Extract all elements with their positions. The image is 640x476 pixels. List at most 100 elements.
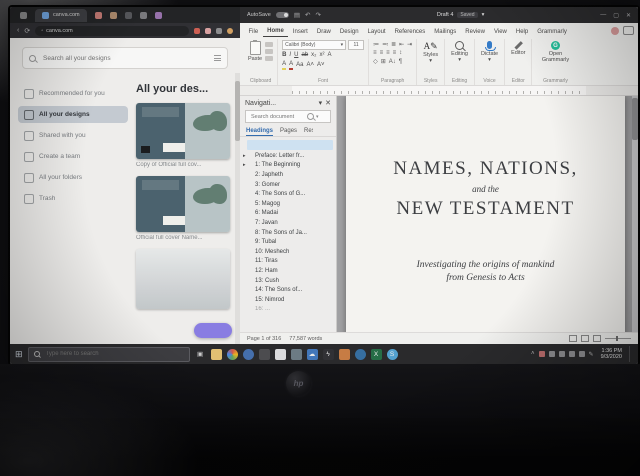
- outdent-icon[interactable]: ⇤: [399, 41, 404, 48]
- file-explorer-icon[interactable]: [211, 349, 222, 360]
- indent-icon[interactable]: ⇥: [407, 41, 412, 48]
- sidebar-item-all-your-designs[interactable]: All your designs: [18, 106, 128, 123]
- undo-icon[interactable]: ↶: [305, 11, 310, 19]
- nav-heading-item[interactable]: 9: Tubal: [240, 237, 336, 247]
- underline-button[interactable]: U: [294, 52, 298, 59]
- tab-home[interactable]: Home: [263, 26, 289, 37]
- save-icon[interactable]: ▤: [294, 11, 300, 19]
- shrink-font-button[interactable]: A˅: [317, 62, 325, 69]
- network-icon[interactable]: [579, 351, 585, 357]
- tab-insert[interactable]: Insert: [288, 27, 312, 37]
- zoom-slider[interactable]: [605, 338, 631, 339]
- app-icon[interactable]: [291, 349, 302, 360]
- browser-tab-favicon[interactable]: [110, 12, 117, 19]
- edge-icon[interactable]: [243, 349, 254, 360]
- bullets-icon[interactable]: ≔: [373, 41, 379, 48]
- nav-heading-item[interactable]: 10: Meshech: [240, 247, 336, 257]
- nav-heading-item[interactable]: 7: Javan: [240, 218, 336, 228]
- saved-status-chip[interactable]: Saved: [457, 12, 477, 18]
- autosave-toggle[interactable]: [276, 12, 289, 18]
- tray-icon[interactable]: [549, 351, 555, 357]
- chevron-down-icon[interactable]: ▾: [319, 99, 323, 107]
- hidden-icons-chevron[interactable]: ˄: [531, 351, 535, 357]
- onedrive-icon[interactable]: ☁: [307, 349, 318, 360]
- app-icon[interactable]: [275, 349, 286, 360]
- nav-heading-item[interactable]: 4: The Sons of G...: [240, 189, 336, 199]
- extension-icon[interactable]: [194, 28, 200, 34]
- cut-icon[interactable]: [265, 42, 273, 47]
- sidebar-item-create-a-team[interactable]: Create a team: [18, 148, 128, 165]
- nav-heading-item[interactable]: 3: Gomer: [240, 180, 336, 190]
- read-mode-icon[interactable]: [569, 335, 577, 342]
- volume-icon[interactable]: [569, 351, 575, 357]
- ruler[interactable]: [240, 86, 638, 96]
- pen-icon[interactable]: ✎: [589, 351, 594, 358]
- line-spacing-icon[interactable]: ↕: [399, 50, 402, 56]
- highlight-color-button[interactable]: A: [282, 61, 286, 70]
- collapse-triangle-icon[interactable]: ▸: [243, 153, 246, 159]
- web-layout-icon[interactable]: [593, 335, 601, 342]
- sidebar-item-all-your-folders[interactable]: All your folders: [18, 169, 128, 186]
- tray-icon[interactable]: [539, 351, 545, 357]
- app-icon[interactable]: [339, 349, 350, 360]
- show-desktop-button[interactable]: [629, 346, 633, 362]
- tab-results[interactable]: Results: [304, 126, 313, 136]
- share-avatar[interactable]: [611, 27, 619, 35]
- nav-heading-item[interactable]: 5: Magog: [240, 199, 336, 209]
- document-search-box[interactable]: ▾: [245, 110, 331, 123]
- tab-file[interactable]: File: [244, 27, 263, 37]
- browser-tab-strip[interactable]: canva.com: [10, 7, 240, 23]
- close-icon[interactable]: ✕: [325, 99, 331, 107]
- back-icon[interactable]: ‹: [17, 27, 19, 34]
- chevron-down-icon[interactable]: ▾: [316, 114, 319, 120]
- tab-help[interactable]: Help: [511, 27, 532, 37]
- app-icon[interactable]: [259, 349, 270, 360]
- browser-tab-favicon[interactable]: [20, 12, 27, 19]
- tab-pages[interactable]: Pages: [280, 126, 297, 136]
- borders-icon[interactable]: ⊞: [381, 58, 386, 65]
- collapse-triangle-icon[interactable]: ▸: [243, 162, 246, 168]
- tab-design[interactable]: Design: [335, 27, 363, 37]
- nav-heading-item[interactable]: 11: Tiras: [240, 257, 336, 267]
- editor-button[interactable]: Editor: [509, 40, 527, 57]
- taskbar-clock[interactable]: 1:36 PM 9/3/2020: [601, 348, 622, 361]
- design-thumbnail[interactable]: [136, 176, 230, 232]
- nav-heading-item[interactable]: 15: Nimrod: [240, 295, 336, 305]
- grow-font-button[interactable]: A˄: [306, 62, 314, 69]
- font-color-button[interactable]: A: [289, 61, 293, 70]
- text-effects-button[interactable]: A: [327, 52, 331, 59]
- nav-heading-item[interactable]: 12: Ham: [240, 266, 336, 276]
- dictate-button[interactable]: Dictate ▾: [479, 40, 500, 64]
- refresh-icon[interactable]: ⟳: [24, 27, 30, 35]
- task-view-icon[interactable]: ▣: [195, 349, 206, 360]
- canva-search-input[interactable]: [41, 54, 209, 63]
- nav-heading-item[interactable]: 13: Cush: [240, 276, 336, 286]
- tab-draw[interactable]: Draw: [312, 27, 335, 37]
- redo-icon[interactable]: ↷: [315, 11, 320, 19]
- word-count[interactable]: 77,587 words: [289, 336, 322, 342]
- sort-icon[interactable]: A↓: [389, 59, 396, 65]
- filter-menu-icon[interactable]: [214, 55, 221, 61]
- italic-button[interactable]: I: [289, 52, 291, 59]
- copy-icon[interactable]: [265, 49, 273, 54]
- font-size-select[interactable]: 11: [348, 40, 364, 50]
- numbering-icon[interactable]: ≕: [382, 41, 388, 48]
- extension-icon[interactable]: [205, 28, 211, 34]
- sidebar-item-shared-with-you[interactable]: Shared with you: [18, 127, 128, 144]
- multilevel-list-icon[interactable]: ≣: [391, 41, 396, 48]
- nav-heading-item[interactable]: 8: The Sons of Ja...: [240, 228, 336, 238]
- tab-headings[interactable]: Headings: [246, 126, 273, 136]
- document-page[interactable]: NAMES, NATIONS, and the NEW TESTAMENT In…: [346, 96, 625, 332]
- browser-tab-favicon[interactable]: [125, 12, 132, 19]
- page-info[interactable]: Page 1 of 316: [247, 336, 281, 342]
- help-bubble-button[interactable]: [194, 323, 232, 338]
- nav-heading-item[interactable]: [247, 140, 333, 150]
- align-center-icon[interactable]: ≡: [380, 50, 384, 56]
- comments-icon[interactable]: [623, 26, 634, 35]
- browser-tab-favicon[interactable]: [140, 12, 147, 19]
- profile-avatar[interactable]: [227, 28, 233, 34]
- address-bar[interactable]: ◦ canva.com: [35, 26, 189, 36]
- editing-button[interactable]: Editing ▾: [449, 40, 470, 64]
- app-icon[interactable]: [355, 349, 366, 360]
- restore-icon[interactable]: ▢: [613, 12, 619, 19]
